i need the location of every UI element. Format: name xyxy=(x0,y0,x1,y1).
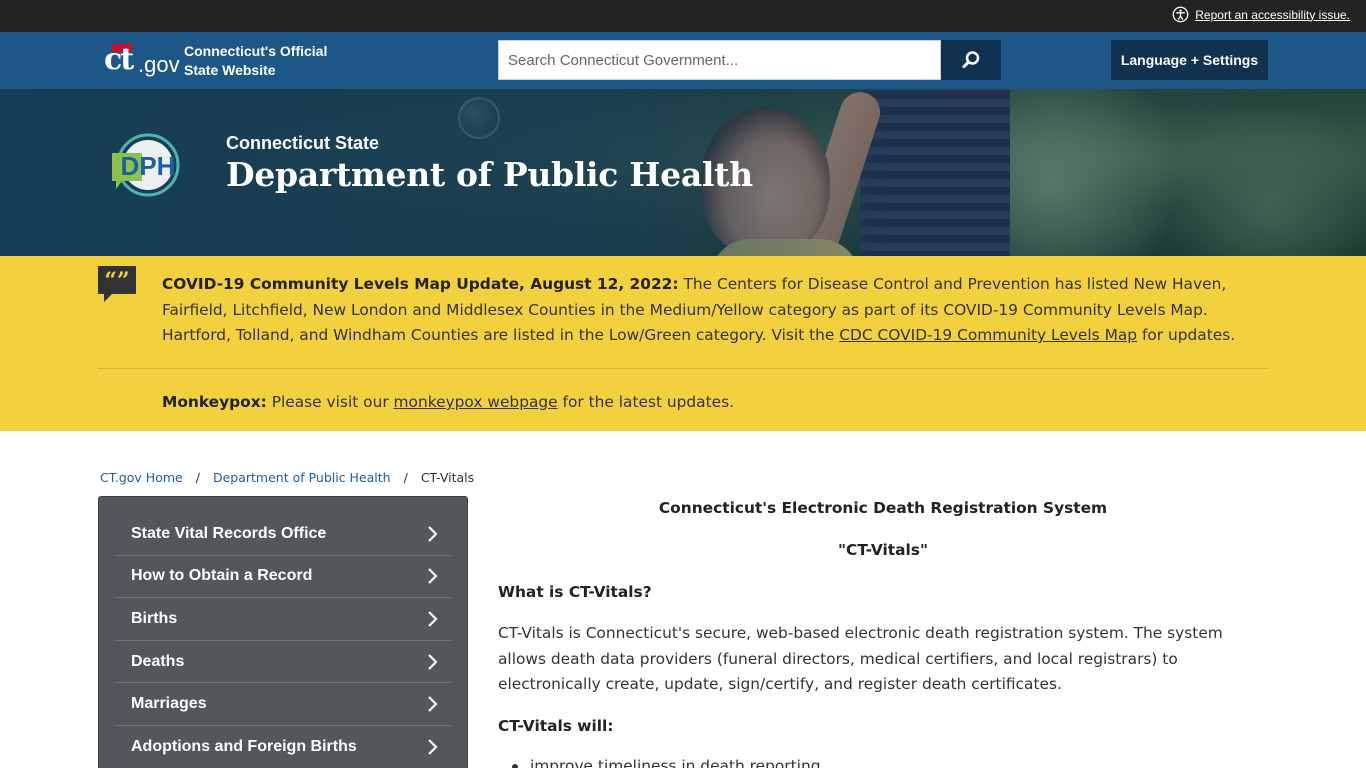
chevron-right-icon xyxy=(428,611,438,627)
chevron-right-icon xyxy=(428,526,438,542)
sidenav-item-marriages[interactable]: Marriages xyxy=(115,683,451,726)
site-name-line1: Connecticut's Official xyxy=(184,43,328,59)
sidenav-item-label: How to Obtain a Record xyxy=(131,567,313,585)
sidenav-item-births[interactable]: Births xyxy=(115,598,451,641)
covid-alert: COVID-19 Community Levels Map Update, Au… xyxy=(162,272,1252,349)
accessibility-link-label: Report an accessibility issue. xyxy=(1195,7,1350,22)
cdc-levels-map-link[interactable]: CDC COVID-19 Community Levels Map xyxy=(839,326,1137,344)
sidenav-item-adoptions-and-foreign-births[interactable]: Adoptions and Foreign Births xyxy=(115,726,451,768)
list-item: improve timeliness in death reporting xyxy=(512,754,820,768)
will-heading: CT-Vitals will: xyxy=(498,717,614,735)
dph-logo-text: DPH xyxy=(121,151,176,181)
hero-title: Department of Public Health xyxy=(226,155,753,194)
monkeypox-alert: Monkeypox: Please visit our monkeypox we… xyxy=(162,390,734,414)
will-list: improve timeliness in death reporting xyxy=(512,754,820,768)
breadcrumb: CT.gov Home / Department of Public Healt… xyxy=(100,470,474,485)
monkeypox-webpage-link[interactable]: monkeypox webpage xyxy=(394,393,558,411)
breadcrumb-separator: / xyxy=(195,470,200,485)
monkeypox-alert-text: Please visit our xyxy=(266,393,394,411)
dph-logo[interactable]: DPH xyxy=(108,133,186,197)
sidenav-item-label: Births xyxy=(131,609,178,627)
sidenav-item-state-vital-records-office[interactable]: State Vital Records Office xyxy=(115,513,451,556)
utility-bar: Report an accessibility issue. xyxy=(0,0,1366,32)
site-name-line2: State Website xyxy=(184,62,276,78)
svg-text:“”: “” xyxy=(104,268,129,294)
chevron-right-icon xyxy=(428,738,438,755)
sidenav-item-deaths[interactable]: Deaths xyxy=(115,641,451,684)
covid-alert-tail: for updates. xyxy=(1137,326,1236,344)
what-is-heading: What is CT-Vitals? xyxy=(498,583,652,601)
sidenav-item-label: Adoptions and Foreign Births xyxy=(131,737,357,755)
breadcrumb-separator: / xyxy=(403,470,408,485)
sidenav-item-label: Deaths xyxy=(131,652,185,670)
what-is-paragraph: CT-Vitals is Connecticut's secure, web-b… xyxy=(498,624,1223,693)
quote-icon: “” xyxy=(98,266,136,302)
breadcrumb-current: CT-Vitals xyxy=(420,470,475,485)
breadcrumb-dept-link[interactable]: Department of Public Health xyxy=(213,470,391,485)
chevron-right-icon xyxy=(428,696,438,712)
breadcrumb-home-link[interactable]: CT.gov Home xyxy=(100,470,183,485)
accessibility-report-link[interactable]: Report an accessibility issue. xyxy=(1172,6,1350,23)
sidenav-item-label: Marriages xyxy=(131,695,207,713)
alert-banner: “” COVID-19 Community Levels Map Update,… xyxy=(0,256,1366,431)
content-subtitle: "CT-Vitals" xyxy=(838,541,928,559)
search-icon xyxy=(962,51,980,69)
covid-alert-heading: COVID-19 Community Levels Map Update, Au… xyxy=(162,275,679,293)
logo-ct-text: ct xyxy=(104,42,134,77)
monkeypox-alert-heading: Monkeypox: xyxy=(162,393,267,411)
chevron-right-icon xyxy=(428,568,438,585)
content-title: Connecticut's Electronic Death Registrat… xyxy=(658,499,1108,517)
accessibility-icon xyxy=(1172,6,1189,23)
sidenav-item-label: State Vital Records Office xyxy=(131,524,327,542)
search-input[interactable] xyxy=(498,40,941,80)
search-button[interactable] xyxy=(941,40,1001,80)
site-name[interactable]: Connecticut's Official State Website xyxy=(184,42,354,80)
hero-subtitle: Connecticut State xyxy=(226,133,380,153)
logo-gov-text: .gov xyxy=(138,52,180,77)
language-settings-button[interactable]: Language + Settings xyxy=(1111,40,1268,80)
monkeypox-alert-tail: for the latest updates. xyxy=(557,393,735,411)
alert-divider xyxy=(98,368,1268,369)
chevron-right-icon xyxy=(428,653,438,670)
ct-gov-logo[interactable]: ct .gov xyxy=(104,40,180,80)
site-header: ct .gov Connecticut's Official State Web… xyxy=(0,32,1366,89)
sidenav-item-how-to-obtain-a-record[interactable]: How to Obtain a Record xyxy=(115,556,451,599)
side-navigation: State Vital Records Office How to Obtain… xyxy=(98,496,468,768)
hero-banner: DPH Connecticut State Department of Publ… xyxy=(0,89,1366,256)
